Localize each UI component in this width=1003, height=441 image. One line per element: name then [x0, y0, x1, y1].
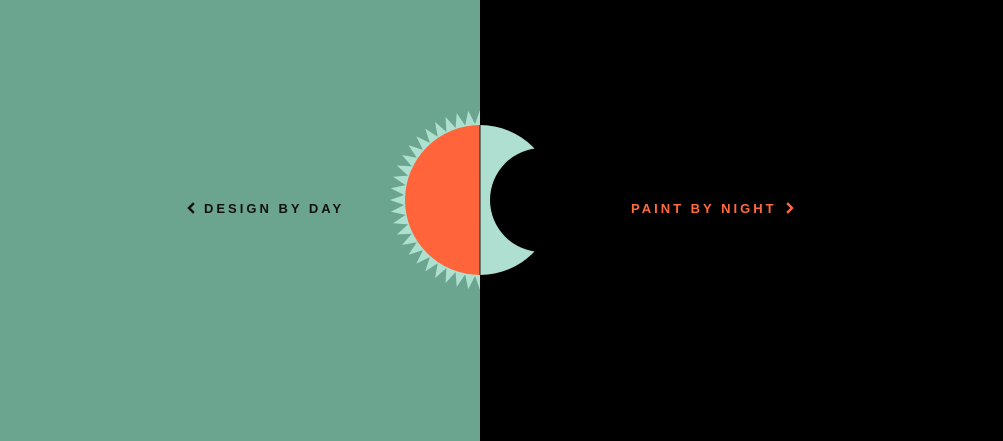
design-by-day-link[interactable]: DESIGN BY DAY — [186, 198, 344, 218]
design-by-day-label: DESIGN BY DAY — [204, 200, 345, 216]
paint-by-night-label: PAINT BY NIGHT — [631, 200, 777, 216]
chevron-left-icon — [186, 202, 196, 214]
chevron-right-icon — [785, 202, 795, 214]
split-landing: DESIGN BY DAY PAINT BY NIGHT — [0, 0, 1003, 441]
paint-by-night-link[interactable]: PAINT BY NIGHT — [631, 198, 795, 218]
sun-moon-emblem — [390, 110, 580, 290]
